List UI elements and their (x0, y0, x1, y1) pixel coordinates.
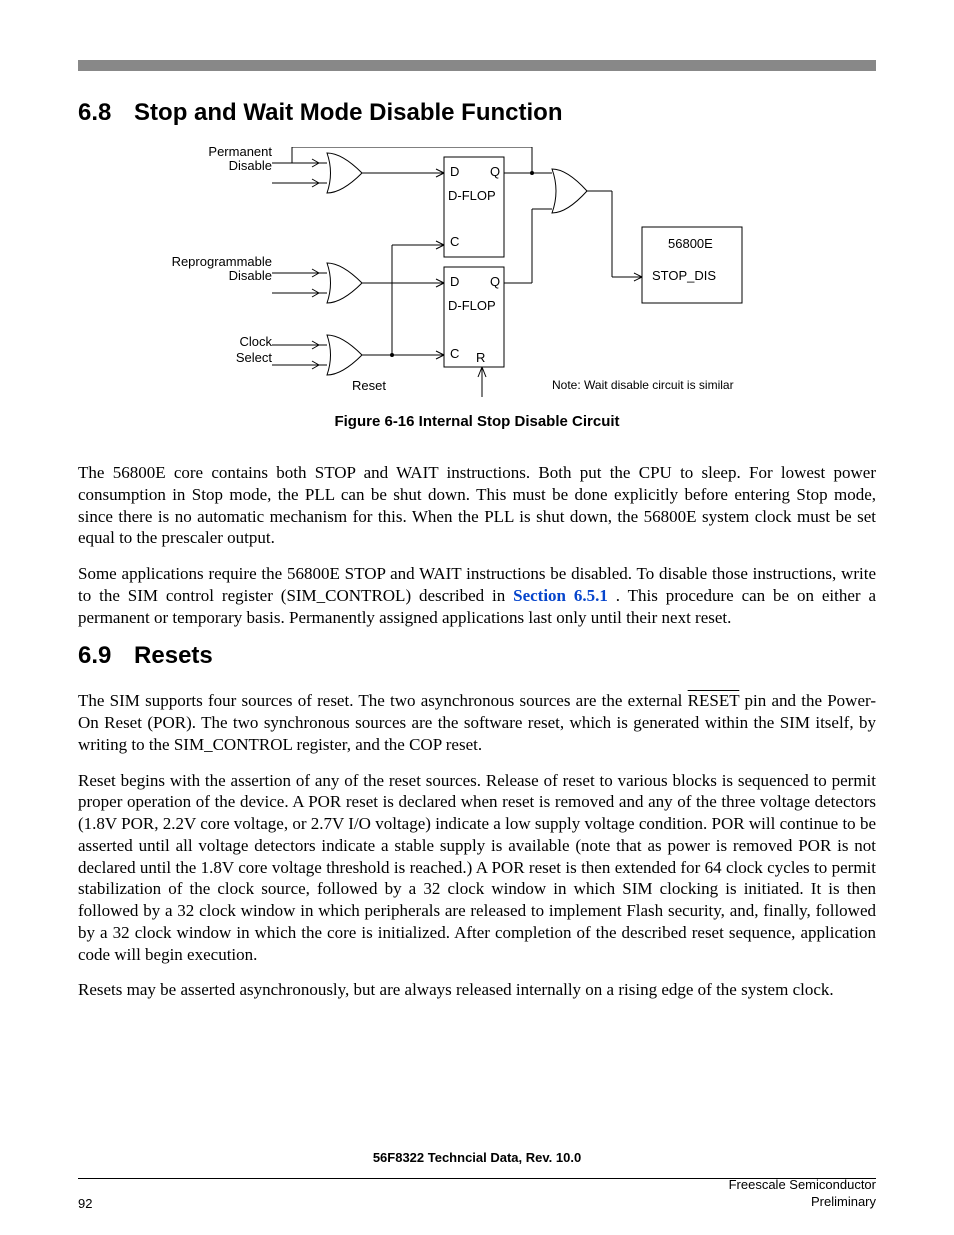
paragraph-69-1: The SIM supports four sources of reset. … (78, 690, 876, 755)
p3-part-a: The SIM supports four sources of reset. … (78, 691, 688, 710)
label-disable-1: Disable (202, 159, 272, 173)
label-c-1: C (450, 235, 459, 249)
label-disable-2: Disable (202, 269, 272, 283)
label-stop-dis: STOP_DIS (652, 269, 716, 283)
label-reset: Reset (352, 379, 386, 393)
footer-doc-title: 56F8322 Techncial Data, Rev. 10.0 (0, 1150, 954, 1165)
footer-company: Freescale Semiconductor Preliminary (729, 1177, 876, 1211)
section-title: Resets (134, 642, 213, 669)
label-q-2: Q (490, 275, 500, 289)
label-dflop-2: D-FLOP (448, 299, 496, 313)
label-c-2: C (450, 347, 459, 361)
header-rule (78, 60, 876, 71)
figure-caption: Figure 6-16 Internal Stop Disable Circui… (334, 413, 619, 430)
footer-company-name: Freescale Semiconductor (729, 1177, 876, 1192)
paragraph-68-2: Some applications require the 56800E STO… (78, 563, 876, 628)
section-number: 6.9 (78, 642, 111, 669)
label-q-1: Q (490, 165, 500, 179)
section-title: Stop and Wait Mode Disable Function (134, 99, 562, 126)
paragraph-69-3: Resets may be asserted asynchronously, b… (78, 979, 876, 1001)
label-select: Select (202, 351, 272, 365)
label-d-2: D (450, 275, 459, 289)
figure-6-16: Permanent Disable Reprogrammable Disable… (78, 147, 876, 450)
section-xref-651[interactable]: Section 6.5.1 (513, 586, 608, 605)
label-56800e: 56800E (668, 237, 713, 251)
paragraph-68-1: The 56800E core contains both STOP and W… (78, 462, 876, 549)
section-heading-68: 6.8 Stop and Wait Mode Disable Function (78, 99, 876, 127)
label-dflop-1: D-FLOP (448, 189, 496, 203)
reset-signal: RESET (688, 691, 740, 710)
label-d-1: D (450, 165, 459, 179)
label-r: R (476, 351, 485, 365)
section-number: 6.8 (78, 99, 111, 126)
section-heading-69: 6.9 Resets (78, 642, 876, 670)
footer-page-number: 92 (78, 1196, 92, 1211)
paragraph-69-2: Reset begins with the assertion of any o… (78, 770, 876, 966)
footer-status: Preliminary (811, 1194, 876, 1209)
label-note: Note: Wait disable circuit is similar (552, 379, 734, 392)
label-clock: Clock (202, 335, 272, 349)
